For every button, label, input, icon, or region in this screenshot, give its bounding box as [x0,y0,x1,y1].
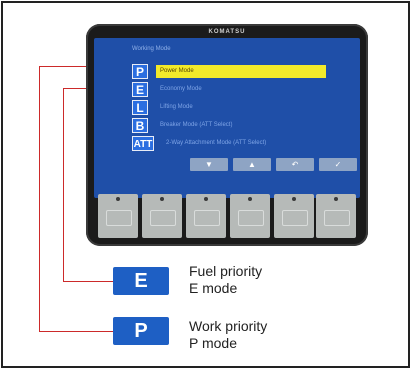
mode-badge-att: ATT [132,136,154,151]
mode-badge-l: L [132,100,148,115]
legend-text-p-line1: Work priority [189,318,268,334]
mode-badge-e: E [132,82,148,97]
key-glyph-icon [324,210,350,226]
function-key-f2[interactable] [142,194,182,238]
nav-strip: ▼ ▲ ↶ ✓ [190,158,360,172]
indicator-dot-icon [334,197,338,201]
legend-text-e-line1: Fuel priority [189,263,263,279]
function-key-f1[interactable] [98,194,138,238]
monitor-screen: Working Mode P Power Mode E Economy Mode… [94,38,360,198]
indicator-dot-icon [160,197,164,201]
legend-badge-e: E [113,267,169,295]
indicator-dot-icon [292,197,296,201]
function-key-f6[interactable] [316,194,356,238]
callout-line-e-bottom [63,281,113,282]
callout-line-p-vertical [39,66,40,331]
function-key-f3[interactable] [186,194,226,238]
key-glyph-icon [106,210,132,226]
mode-label-p: Power Mode [156,65,326,78]
mode-row-e[interactable]: E Economy Mode [132,82,358,98]
mode-row-b[interactable]: B Breaker Mode (ATT Select) [132,118,358,134]
brand-label: KOMATSU [208,29,246,35]
mode-label-b: Breaker Mode (ATT Select) [160,122,233,128]
indicator-dot-icon [116,197,120,201]
monitor-panel: KOMATSU Working Mode P Power Mode E Econ… [86,24,368,246]
nav-back-button[interactable]: ↶ [276,158,314,171]
key-glyph-icon [238,210,264,226]
indicator-dot-icon [204,197,208,201]
screen-title: Working Mode [132,46,171,52]
indicator-dot-icon [248,197,252,201]
mode-row-att[interactable]: ATT 2-Way Attachment Mode (ATT Select) [132,136,358,152]
nav-up-button[interactable]: ▲ [233,158,271,171]
mode-row-p[interactable]: P Power Mode [132,64,358,80]
function-key-f5[interactable] [274,194,314,238]
mode-label-l: Lifting Mode [160,104,193,110]
mode-label-e: Economy Mode [160,86,202,92]
callout-line-p-bottom [39,331,113,332]
function-key-f4[interactable] [230,194,270,238]
callout-line-e-vertical [63,88,64,281]
legend-text-e-line2: E mode [189,280,238,296]
legend-text-p-line2: P mode [189,335,237,351]
key-glyph-icon [282,210,308,226]
key-glyph-icon [194,210,220,226]
mode-badge-p: P [132,64,148,79]
mode-label-att: 2-Way Attachment Mode (ATT Select) [166,140,267,146]
function-key-row [98,194,356,238]
mode-row-l[interactable]: L Lifting Mode [132,100,358,116]
nav-confirm-button[interactable]: ✓ [319,158,357,171]
mode-badge-b: B [132,118,148,133]
nav-down-button[interactable]: ▼ [190,158,228,171]
key-glyph-icon [150,210,176,226]
legend-badge-p: P [113,317,169,345]
